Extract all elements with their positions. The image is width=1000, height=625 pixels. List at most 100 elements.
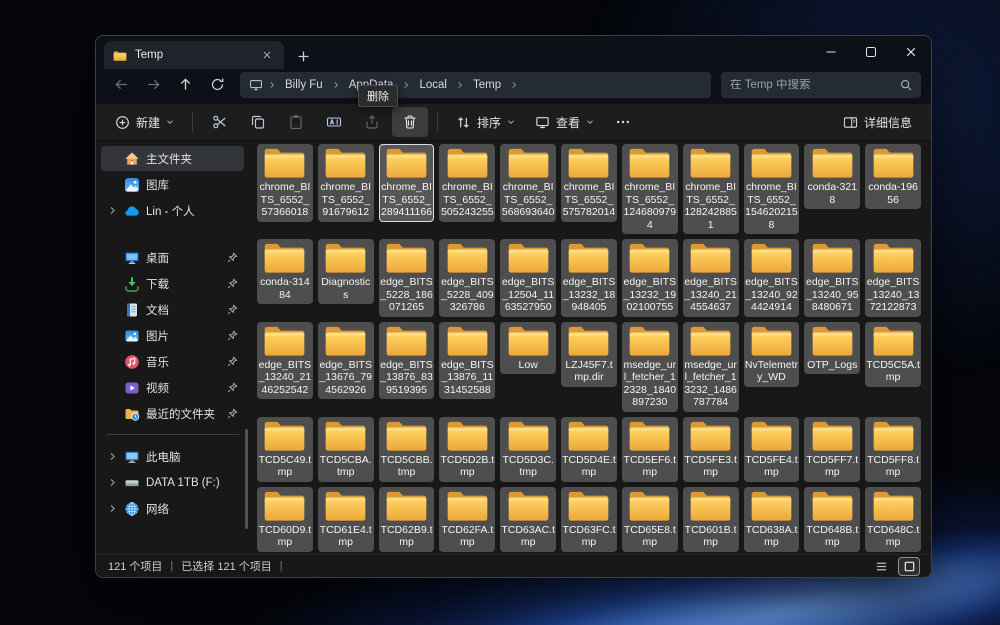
maximize-button[interactable] — [851, 36, 891, 68]
folder-item[interactable]: TCD62B9.tmp — [379, 487, 435, 552]
folder-item[interactable]: chrome_BITS_6552_57366018 — [257, 144, 313, 222]
paste-button[interactable] — [278, 107, 314, 137]
folder-item[interactable]: TCD5D3C.tmp — [500, 417, 556, 482]
folder-item[interactable]: edge_BITS_13232_1902100755 — [622, 239, 678, 317]
folder-item[interactable]: chrome_BITS_6552_289411166 — [379, 144, 435, 222]
folder-item[interactable]: TCD65E8.tmp — [622, 487, 678, 552]
folder-item[interactable]: conda-3218 — [804, 144, 860, 209]
folder-item[interactable]: LZJ45F7.tmp.dir — [561, 322, 617, 387]
folder-item[interactable]: TCD63FC.tmp — [561, 487, 617, 552]
folder-item[interactable]: NvTelemetry_WD — [744, 322, 800, 387]
folder-item[interactable]: edge_BITS_13232_18948405 — [561, 239, 617, 317]
sidebar-item-network[interactable]: 网络 — [101, 496, 244, 521]
folder-item[interactable]: edge_BITS_13240_2146252542 — [257, 322, 313, 400]
cut-button[interactable] — [202, 107, 238, 137]
folder-item[interactable]: TCD5C49.tmp — [257, 417, 313, 482]
folder-item[interactable]: edge_BITS_13240_1372122873 — [865, 239, 921, 317]
folder-item[interactable]: TCD5FF8.tmp — [865, 417, 921, 482]
folder-item[interactable]: msedge_url_fetcher_13232_1486787784 — [683, 322, 739, 412]
expand-chevron-icon[interactable] — [107, 504, 118, 513]
folder-item[interactable]: TCD648B.tmp — [804, 487, 860, 552]
sort-button[interactable]: 排序 — [447, 107, 524, 137]
folder-item[interactable]: TCD63AC.tmp — [500, 487, 556, 552]
folder-item[interactable]: edge_BITS_13240_924424914 — [744, 239, 800, 317]
folder-item[interactable]: TCD5FF7.tmp — [804, 417, 860, 482]
breadcrumb-item[interactable]: Local — [415, 77, 451, 93]
back-button[interactable] — [106, 71, 136, 99]
folder-item[interactable]: TCD601B.tmp — [683, 487, 739, 552]
search-input[interactable] — [730, 79, 894, 91]
folder-item[interactable]: conda-19656 — [865, 144, 921, 209]
rename-button[interactable] — [316, 107, 352, 137]
folder-item[interactable]: TCD5CBA.tmp — [318, 417, 374, 482]
sidebar-item-recent-folders[interactable]: 最近的文件夹 — [101, 401, 244, 426]
folder-item[interactable]: TCD648C.tmp — [865, 487, 921, 552]
expand-chevron-icon[interactable] — [107, 206, 118, 215]
folder-item[interactable]: TCD5D4E.tmp — [561, 417, 617, 482]
folder-item[interactable]: Low — [500, 322, 556, 375]
folder-item[interactable]: TCD62FA.tmp — [439, 487, 495, 552]
expand-chevron-icon[interactable] — [107, 478, 118, 487]
folder-item[interactable]: TCD5C5A.tmp — [865, 322, 921, 387]
folder-item[interactable]: edge_BITS_5228_409326786 — [439, 239, 495, 317]
folder-item[interactable]: chrome_BITS_6552_91679612 — [318, 144, 374, 222]
sidebar-scrollbar[interactable] — [245, 429, 248, 529]
sidebar-item-documents[interactable]: 文档 — [101, 297, 244, 322]
folder-item[interactable]: conda-31484 — [257, 239, 313, 304]
delete-button[interactable] — [392, 107, 428, 137]
folder-item[interactable]: TCD5FE3.tmp — [683, 417, 739, 482]
folder-item[interactable]: Diagnostics — [318, 239, 374, 304]
folder-item[interactable]: OTP_Logs — [804, 322, 860, 375]
folder-item[interactable]: chrome_BITS_6552_568693640 — [500, 144, 556, 222]
folder-item[interactable]: edge_BITS_13240_214554637 — [683, 239, 739, 317]
sidebar-item-onedrive[interactable]: Lin - 个人 — [101, 198, 244, 223]
address-bar[interactable]: Billy FuAppDataLocalTemp — [240, 72, 711, 98]
expand-chevron-icon[interactable] — [107, 452, 118, 461]
breadcrumb-item[interactable]: Temp — [469, 77, 505, 93]
sidebar-item-drive[interactable]: DATA 1TB (F:) — [101, 470, 244, 495]
refresh-button[interactable] — [202, 71, 232, 99]
folder-item[interactable]: edge_BITS_13876_1131452588 — [439, 322, 495, 400]
new-button[interactable]: 新建 — [106, 107, 183, 137]
folder-item[interactable]: edge_BITS_5228_186071265 — [379, 239, 435, 317]
folder-item[interactable]: TCD5D2B.tmp — [439, 417, 495, 482]
folder-item[interactable]: TCD5EF6.tmp — [622, 417, 678, 482]
folder-item[interactable]: edge_BITS_12504_1163527950 — [500, 239, 556, 317]
sidebar-item-pictures[interactable]: 图片 — [101, 323, 244, 348]
sidebar-item-downloads[interactable]: 下载 — [101, 271, 244, 296]
sidebar-item-videos[interactable]: 视频 — [101, 375, 244, 400]
sidebar-item-gallery[interactable]: 图库 — [101, 172, 244, 197]
folder-item[interactable]: edge_BITS_13876_839519395 — [379, 322, 435, 400]
copy-button[interactable] — [240, 107, 276, 137]
tab-temp[interactable]: Temp — [104, 41, 284, 69]
folder-item[interactable]: chrome_BITS_6552_1546202158 — [744, 144, 800, 234]
up-button[interactable] — [170, 71, 200, 99]
sidebar-item-desktop[interactable]: 桌面 — [101, 245, 244, 270]
folder-item[interactable]: edge_BITS_13676_794562926 — [318, 322, 374, 400]
folder-item[interactable]: chrome_BITS_6552_505243255 — [439, 144, 495, 222]
sidebar-item-home[interactable]: 主文件夹 — [101, 146, 244, 171]
folder-item[interactable]: msedge_url_fetcher_12328_1840897230 — [622, 322, 678, 412]
minimize-button[interactable] — [811, 36, 851, 68]
folder-item[interactable]: TCD61E4.tmp — [318, 487, 374, 552]
large-icons-view-toggle[interactable] — [899, 558, 919, 575]
details-view-toggle[interactable] — [871, 558, 891, 575]
breadcrumb-item[interactable]: Billy Fu — [281, 77, 327, 93]
forward-button[interactable] — [138, 71, 168, 99]
tab-close-icon[interactable] — [259, 47, 275, 63]
search-box[interactable] — [721, 72, 921, 98]
folder-item[interactable]: TCD5CBB.tmp — [379, 417, 435, 482]
folder-item[interactable]: edge_BITS_13240_958480671 — [804, 239, 860, 317]
details-pane-button[interactable]: 详细信息 — [834, 107, 921, 137]
more-button[interactable] — [605, 107, 641, 137]
view-button[interactable]: 查看 — [526, 107, 603, 137]
folder-item[interactable]: TCD60D9.tmp — [257, 487, 313, 552]
new-tab-button[interactable] — [298, 51, 309, 62]
folder-item[interactable]: TCD5FE4.tmp — [744, 417, 800, 482]
sidebar-item-this-pc[interactable]: 此电脑 — [101, 444, 244, 469]
folder-item[interactable]: chrome_BITS_6552_1282428851 — [683, 144, 739, 234]
close-button[interactable] — [891, 36, 931, 68]
share-button[interactable] — [354, 107, 390, 137]
sidebar-item-music[interactable]: 音乐 — [101, 349, 244, 374]
folder-item[interactable]: TCD638A.tmp — [744, 487, 800, 552]
